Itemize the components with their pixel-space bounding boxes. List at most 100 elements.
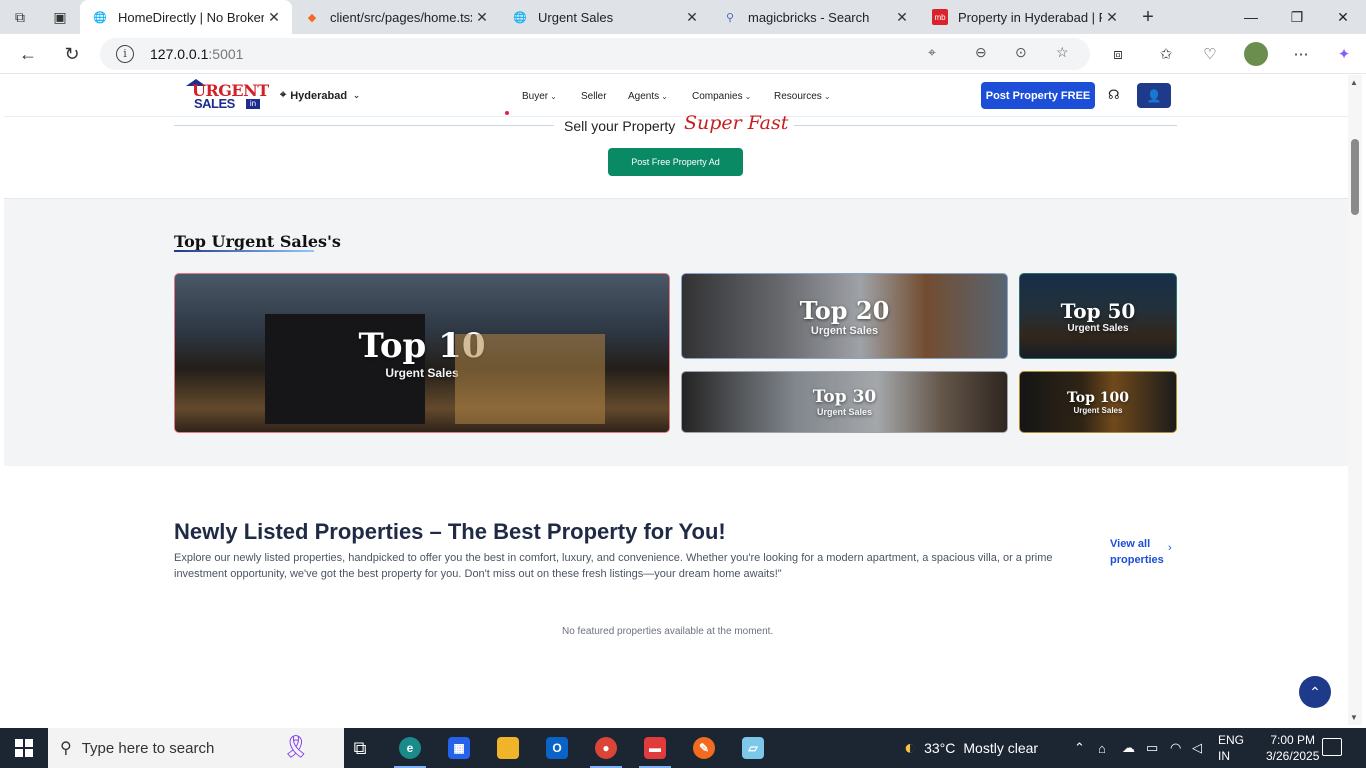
store-taskbar-icon[interactable]: ▦ (435, 728, 483, 768)
nav-label: Seller (581, 91, 607, 102)
meet-now-icon[interactable]: ⌂ (1098, 728, 1106, 768)
card-title: Top 50 (1060, 298, 1136, 323)
clock-date: 3/26/2025 (1266, 749, 1320, 763)
arrow-right-icon[interactable]: › (1168, 542, 1172, 554)
city-selector[interactable]: ⌖ Hyderabad ⌄ (280, 89, 360, 102)
card-subtitle: Urgent Sales (385, 366, 459, 380)
browser-tab-homedirectly[interactable]: 🌐 HomeDirectly | No Broker Re ✕ (80, 0, 292, 34)
folder-icon (497, 737, 519, 759)
settings-more-icon[interactable]: ⋯ (1289, 43, 1313, 65)
nav-label: Agents (628, 91, 660, 102)
profile-avatar[interactable] (1244, 42, 1268, 66)
edge-logo-icon: e (399, 737, 421, 759)
user-add-icon[interactable]: 👤 (1137, 83, 1171, 108)
outlook-taskbar-icon[interactable]: O (533, 728, 581, 768)
start-button[interactable] (0, 728, 48, 768)
address-bar-row: ← ↻ i 127.0.0.1:5001 ⌖ ⊖ ⊙ ☆ ⧈ ✩ ♡ ⋯ ✦ (0, 34, 1366, 74)
windows-logo-icon (15, 739, 33, 757)
nav-resources[interactable]: Resources ⌄ (774, 91, 831, 102)
close-tab-icon[interactable]: ✕ (892, 9, 912, 26)
close-tab-icon[interactable]: ✕ (1102, 9, 1122, 26)
favorite-star-icon[interactable]: ☆ (1056, 44, 1069, 61)
notifications-icon[interactable] (1322, 738, 1342, 756)
close-tab-icon[interactable]: ✕ (472, 9, 492, 26)
nav-companies[interactable]: Companies ⌄ (692, 91, 751, 102)
clock[interactable]: 7:00 PM 3/26/2025 (1266, 732, 1319, 764)
browser-essentials-icon[interactable]: ♡ (1198, 43, 1222, 65)
file-explorer-taskbar-icon[interactable] (484, 728, 532, 768)
refresh-icon[interactable]: ↻ (58, 40, 86, 68)
nav-buyer[interactable]: Buyer ⌄ (522, 91, 557, 102)
more-tools-icon[interactable]: ⊙ (1015, 44, 1027, 61)
app-taskbar-icon[interactable]: ▬ (631, 728, 679, 768)
task-view-icon[interactable]: ⧉ (336, 728, 384, 768)
nav-seller[interactable]: Seller (581, 91, 607, 102)
notes-taskbar-icon[interactable]: ▱ (729, 728, 777, 768)
edge-taskbar-icon[interactable]: e (386, 728, 434, 768)
card-subtitle: Urgent Sales (816, 407, 872, 417)
chrome-taskbar-icon[interactable]: ● (582, 728, 630, 768)
clock-time: 7:00 PM (1270, 733, 1316, 747)
card-text: Top 20 Urgent Sales (800, 296, 890, 337)
battery-icon[interactable]: ▭ (1146, 728, 1158, 768)
top-100-card[interactable]: Top 100 Urgent Sales (1019, 371, 1177, 433)
wifi-icon[interactable]: ◠ (1170, 728, 1181, 768)
top-10-card[interactable]: Top 10 Urgent Sales (174, 273, 670, 433)
close-tab-icon[interactable]: ✕ (264, 9, 284, 26)
new-tab-icon[interactable]: + (1130, 6, 1166, 29)
top-20-card[interactable]: Top 20 Urgent Sales (681, 273, 1008, 359)
close-window-icon[interactable]: ✕ (1320, 0, 1366, 34)
scroll-up-icon[interactable]: ▲ (1350, 78, 1358, 87)
postman-logo-icon: ✎ (693, 737, 715, 759)
no-featured-message: No featured properties available at the … (562, 626, 774, 637)
scroll-to-top-button[interactable]: ⌃ (1299, 676, 1331, 708)
extensions-icon[interactable]: ⧈ (1106, 43, 1130, 65)
browser-tab-property-hyderabad[interactable]: mb Property in Hyderabad | Rea ✕ (920, 0, 1130, 34)
browser-tab-urgent-sales[interactable]: 🌐 Urgent Sales ✕ (500, 0, 710, 34)
headphones-icon[interactable]: ☊ (1108, 87, 1120, 103)
active-indicator-dot (505, 111, 509, 115)
site-info-icon[interactable]: i (116, 45, 134, 63)
location-icon[interactable]: ⌖ (928, 44, 936, 61)
notes-logo-icon: ▱ (742, 737, 764, 759)
logo-badge: in (246, 99, 260, 109)
globe-icon: 🌐 (93, 11, 107, 24)
browser-tab-vscode[interactable]: ◆ client/src/pages/home.tsx - ✕ (292, 0, 500, 34)
card-text: Top 30 Urgent Sales (813, 387, 877, 417)
tab-actions-icon[interactable]: ▣ (40, 0, 80, 34)
card-text: Top 10 Urgent Sales (358, 326, 485, 380)
top-30-card[interactable]: Top 30 Urgent Sales (681, 371, 1008, 433)
postman-taskbar-icon[interactable]: ✎ (680, 728, 728, 768)
scroll-down-icon[interactable]: ▼ (1350, 713, 1358, 722)
scrollbar-thumb[interactable] (1351, 139, 1359, 215)
app-logo-icon: ▬ (644, 737, 666, 759)
newly-listed-description: Explore our newly listed properties, han… (174, 552, 1053, 580)
site-header: URGENT SALES in ⌖ Hyderabad ⌄ Buyer ⌄ Sel… (4, 75, 1348, 117)
awareness-ribbon-icon[interactable]: 🎗 (282, 734, 310, 760)
onedrive-icon[interactable]: ☁ (1122, 728, 1135, 768)
address-bar[interactable]: i 127.0.0.1:5001 (100, 38, 1090, 70)
post-free-property-ad-button[interactable]: Post Free Property Ad (608, 148, 743, 176)
top-50-card[interactable]: Top 50 Urgent Sales (1019, 273, 1177, 359)
favorites-icon[interactable]: ✩ (1154, 43, 1178, 65)
restore-icon[interactable]: ❐ (1274, 0, 1320, 34)
show-hidden-icons[interactable]: ⌃ (1074, 728, 1085, 768)
copilot-icon[interactable]: ✦ (1332, 43, 1356, 65)
tab-label: HomeDirectly | No Broker Re (118, 9, 264, 25)
site-logo[interactable]: URGENT SALES in (186, 79, 269, 113)
tab-label: Property in Hyderabad | Rea (958, 9, 1102, 25)
workspaces-icon[interactable]: ⧉ (0, 0, 40, 34)
page-scrollbar[interactable]: ▲ ▼ (1348, 75, 1362, 725)
volume-icon[interactable]: ◁ (1192, 728, 1202, 768)
post-property-free-button[interactable]: Post Property FREE (981, 82, 1095, 109)
language-indicator[interactable]: ENG IN (1218, 732, 1244, 764)
weather-widget[interactable]: ◐ 33°C Mostly clear (904, 728, 1038, 768)
nav-agents[interactable]: Agents ⌄ (628, 91, 668, 102)
browser-tab-magicbricks-search[interactable]: ⚲ magicbricks - Search ✕ (710, 0, 920, 34)
nav-label: Buyer (522, 91, 549, 102)
back-icon[interactable]: ← (14, 40, 42, 68)
search-placeholder: Type here to search (81, 739, 215, 757)
minimize-icon[interactable]: — (1228, 0, 1274, 34)
zoom-out-icon[interactable]: ⊖ (975, 44, 987, 61)
close-tab-icon[interactable]: ✕ (682, 9, 702, 26)
